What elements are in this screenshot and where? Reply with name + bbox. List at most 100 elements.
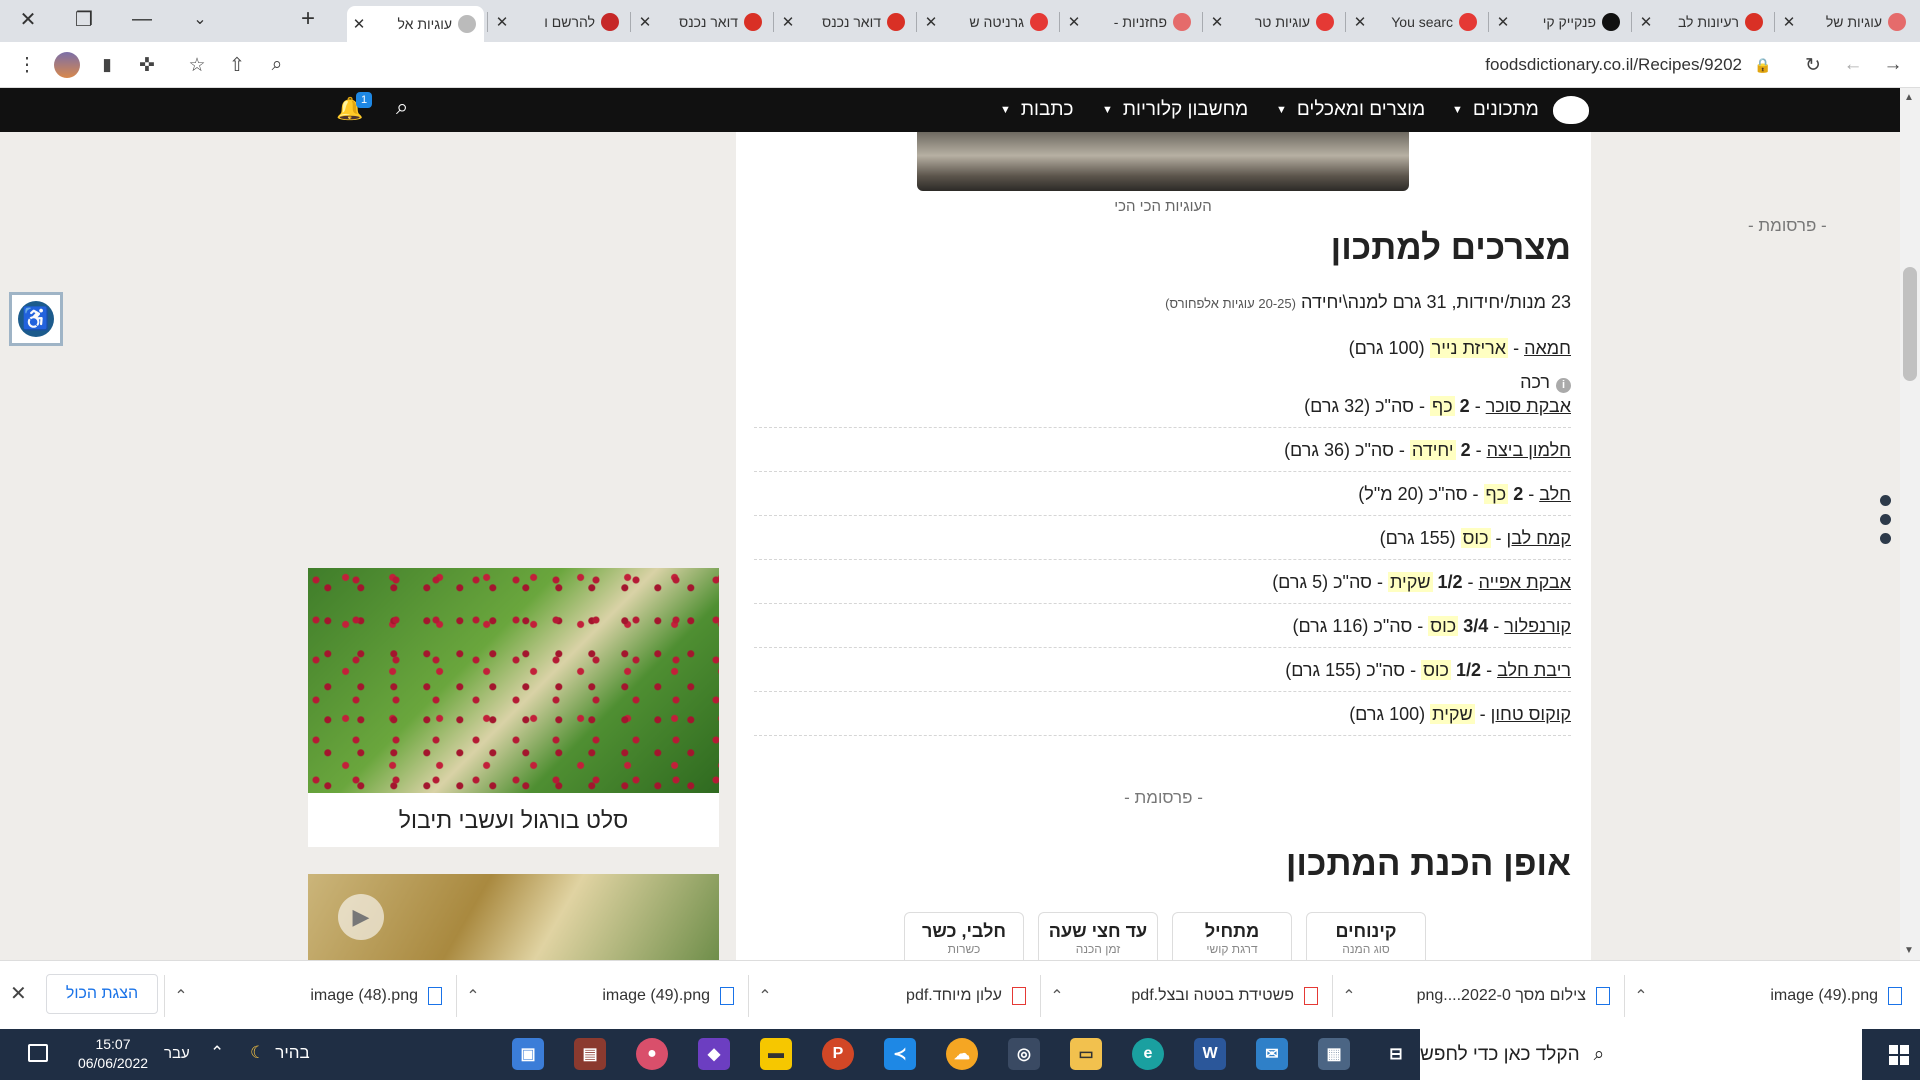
browser-tab[interactable]: ✕ פנקייק קי (1491, 6, 1628, 38)
bookmark-star-icon[interactable]: ☆ (184, 52, 210, 78)
browser-tab[interactable]: ✕ דואר נכנס (633, 6, 770, 38)
info-icon[interactable]: i (1556, 378, 1571, 393)
visual-studio-icon[interactable]: ◆ (698, 1038, 730, 1070)
weather-widget[interactable]: ☾ בהיר (250, 1043, 310, 1063)
browser-tab[interactable]: ✕ עוגיות אל (347, 6, 484, 42)
ingredient-name-link[interactable]: קורנפלור (1504, 616, 1571, 636)
taskbar-search-box[interactable]: ⌕ הקלד כאן כדי לחפש (1420, 1029, 1862, 1080)
photos-app-icon[interactable]: ▣ (512, 1038, 544, 1070)
profile-avatar[interactable] (54, 52, 80, 78)
file-explorer-icon[interactable]: ▭ (1070, 1038, 1102, 1070)
extensions-puzzle-icon[interactable]: ✜ (134, 52, 160, 78)
nav-item-calorie-calculator[interactable]: ▼ מחשבון קלוריות (1102, 88, 1248, 132)
tab-close-icon[interactable]: ✕ (633, 13, 657, 31)
word-icon[interactable]: W (1194, 1038, 1226, 1070)
tab-close-icon[interactable]: ✕ (347, 15, 371, 33)
show-all-downloads-button[interactable]: הצגת הכול (46, 974, 158, 1014)
mail-icon[interactable]: ✉ (1256, 1038, 1288, 1070)
powerpoint-icon[interactable]: P (822, 1038, 854, 1070)
ingredient-name-link[interactable]: ריבת חלב (1497, 660, 1571, 680)
download-options-chevron-icon[interactable]: ⌃ (1334, 986, 1364, 1006)
ingredient-unit[interactable]: יחידה (1409, 440, 1456, 460)
download-item[interactable]: ⌃ image (49).png (1626, 961, 1916, 1030)
ingredient-unit[interactable]: כוס (1428, 616, 1459, 636)
window-close-icon[interactable]: ✕ (4, 0, 52, 38)
forward-arrow-icon[interactable]: → (1880, 52, 1906, 78)
ingredient-name-link[interactable]: חלמון ביצה (1487, 440, 1571, 460)
tab-close-icon[interactable]: ✕ (1062, 13, 1086, 31)
scroll-down-icon[interactable]: ▼ (1904, 945, 1914, 956)
browser-tab[interactable]: ✕ עוגיות של (1777, 6, 1914, 38)
tray-chevron-icon[interactable]: ⌃ (210, 1043, 224, 1063)
download-options-chevron-icon[interactable]: ⌃ (166, 986, 196, 1006)
chrome-icon[interactable]: ◎ (1008, 1038, 1040, 1070)
browser-tab[interactable]: ✕ You searc (1348, 6, 1485, 38)
download-item[interactable]: ⌃ צילום מסך 2022-0....png (1334, 961, 1624, 1030)
ingredient-unit[interactable]: שקית (1387, 572, 1433, 592)
download-options-chevron-icon[interactable]: ⌃ (1042, 986, 1072, 1006)
system-clock[interactable]: 15:07 06/06/2022 (68, 1035, 158, 1073)
browser-tab[interactable]: ✕ פחזניות - (1062, 6, 1199, 38)
tab-close-icon[interactable]: ✕ (490, 13, 514, 31)
input-language[interactable]: עבר (164, 1045, 190, 1062)
lock-icon[interactable]: 🔒 (1750, 52, 1776, 78)
winrar-app-icon[interactable]: ▤ (574, 1038, 606, 1070)
edge-icon[interactable]: e (1132, 1038, 1164, 1070)
ingredient-unit[interactable]: כף (1483, 484, 1509, 504)
downloads-close-icon[interactable]: ✕ (10, 981, 27, 1006)
site-search-icon[interactable]: ⌕ (396, 94, 408, 120)
ingredient-unit[interactable]: שקית (1430, 704, 1475, 724)
window-minimize-icon[interactable]: — (118, 0, 166, 38)
download-options-chevron-icon[interactable]: ⌃ (1626, 986, 1656, 1006)
related-video-card[interactable]: ▶ (308, 874, 719, 960)
weather-app-icon[interactable]: ☁ (946, 1038, 978, 1070)
download-options-chevron-icon[interactable]: ⌃ (750, 986, 780, 1006)
back-arrow-icon[interactable]: ← (1840, 52, 1866, 78)
nav-item-recipes[interactable]: ▼ מתכונים (1452, 88, 1539, 132)
tab-close-icon[interactable]: ✕ (1491, 13, 1515, 31)
tab-close-icon[interactable]: ✕ (919, 13, 943, 31)
sticky-notes-icon[interactable]: ▬ (760, 1038, 792, 1070)
url-field[interactable]: foodsdictionary.co.il/Recipes/9202 (1300, 51, 1742, 79)
colorful-app-icon[interactable]: ● (636, 1038, 668, 1070)
browser-tab[interactable]: ✕ רעיונות לב (1634, 6, 1771, 38)
scrollbar-thumb[interactable] (1903, 267, 1917, 381)
notification-center-icon[interactable] (28, 1044, 48, 1062)
ingredient-unit[interactable]: כף (1429, 396, 1455, 416)
tab-close-icon[interactable]: ✕ (776, 13, 800, 31)
task-view-icon[interactable]: ⊟ (1380, 1038, 1412, 1070)
ingredient-name-link[interactable]: אבקת סוכר (1486, 396, 1571, 416)
site-logo-icon[interactable] (1553, 96, 1589, 124)
ingredient-name-link[interactable]: קמח לבן (1507, 528, 1571, 548)
window-restore-icon[interactable]: ❐ (60, 0, 108, 38)
scroll-up-icon[interactable]: ▲ (1904, 92, 1914, 103)
nav-item-products[interactable]: ▼ מוצרים ומאכלים (1276, 88, 1425, 132)
ingredient-unit[interactable]: כוס (1460, 528, 1491, 548)
tab-close-icon[interactable]: ✕ (1634, 13, 1658, 31)
accessibility-button[interactable]: ♿ (9, 292, 63, 346)
browser-menu-icon[interactable]: ⋮ (14, 52, 40, 78)
ingredient-name-link[interactable]: חמאה (1524, 338, 1571, 358)
side-panel-icon[interactable]: ▮ (94, 52, 120, 78)
share-icon[interactable]: ⇧ (224, 52, 250, 78)
reload-icon[interactable]: ↻ (1800, 52, 1826, 78)
browser-tab[interactable]: ✕ עוגיות טר (1205, 6, 1342, 38)
nav-item-articles[interactable]: ▼ כתבות (1000, 88, 1073, 132)
browser-tab[interactable]: ✕ דואר נכנס (776, 6, 913, 38)
related-recipe-card[interactable]: סלט בורגול ועשבי תיבול (308, 568, 719, 847)
download-item[interactable]: ⌃ image (49).png (458, 961, 748, 1030)
browser-tab[interactable]: ✕ להרשם ו (490, 6, 627, 38)
page-scrollbar[interactable]: ▲ ▼ (1900, 88, 1920, 960)
ingredient-name-link[interactable]: אבקת אפייה (1479, 572, 1571, 592)
store-icon[interactable]: ▦ (1318, 1038, 1350, 1070)
ingredient-unit[interactable]: אריזת נייר (1429, 338, 1509, 358)
ingredient-unit[interactable]: כוס (1421, 660, 1452, 680)
tab-search-chevron-icon[interactable]: ⌄ (176, 0, 224, 38)
zoom-icon[interactable]: ⌕ (264, 52, 290, 78)
start-button[interactable] (1878, 1029, 1920, 1080)
tab-close-icon[interactable]: ✕ (1348, 13, 1372, 31)
download-item[interactable]: ⌃ image (48).png (166, 961, 456, 1030)
download-item[interactable]: ⌃ פשטידת בטטה ובצל.pdf (1042, 961, 1332, 1030)
download-item[interactable]: ⌃ עלון מיוחד.pdf (750, 961, 1040, 1030)
ingredient-name-link[interactable]: חלב (1539, 484, 1571, 504)
